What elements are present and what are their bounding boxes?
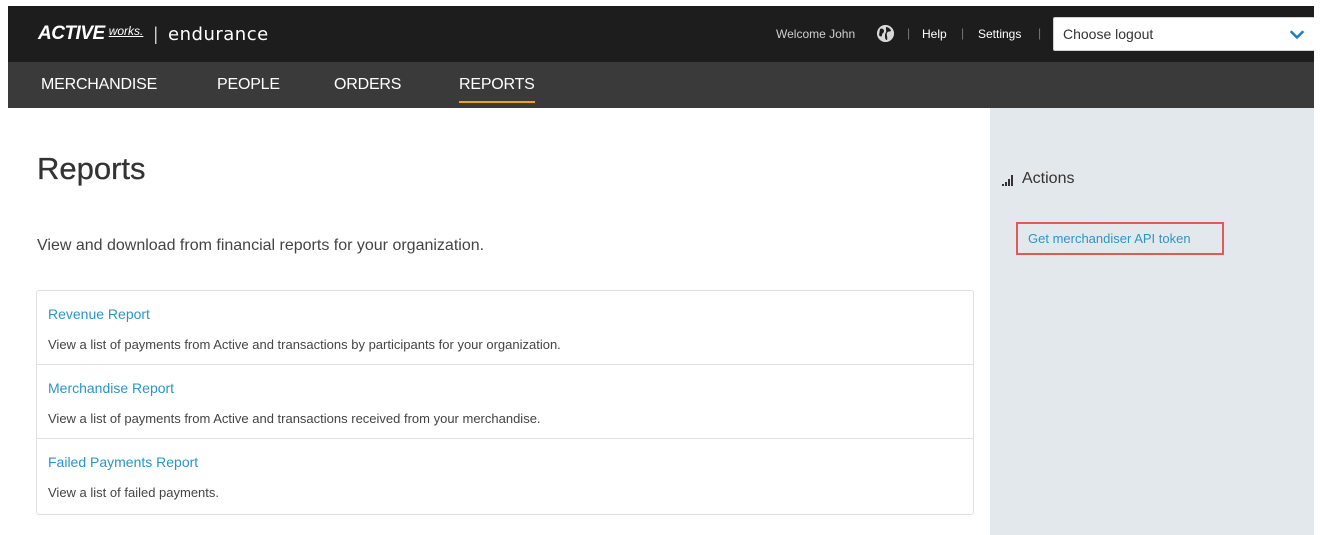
get-api-token-link[interactable]: Get merchandiser API token — [1016, 222, 1224, 255]
report-description: View a list of payments from Active and … — [48, 337, 561, 352]
settings-link[interactable]: Settings — [978, 27, 1021, 41]
top-bar: ACTIVE works. | endurance Welcome John |… — [8, 6, 1314, 62]
globe-icon[interactable] — [877, 25, 894, 42]
logo[interactable]: ACTIVE works. | endurance — [38, 21, 269, 47]
separator: | — [907, 26, 911, 40]
main-nav: MERCHANDISE PEOPLE ORDERS REPORTS — [8, 62, 1314, 108]
logout-select[interactable]: Choose logout — [1053, 17, 1314, 51]
logo-product: endurance — [168, 23, 269, 45]
nav-reports[interactable]: REPORTS — [459, 76, 535, 103]
welcome-text: Welcome John — [776, 27, 856, 41]
report-item-merchandise: Merchandise Report View a list of paymen… — [37, 365, 973, 439]
chevron-down-icon — [1290, 28, 1304, 40]
report-description: View a list of failed payments. — [48, 485, 220, 500]
separator: | — [1038, 26, 1042, 40]
help-link[interactable]: Help — [922, 27, 947, 41]
merchandise-report-link[interactable]: Merchandise Report — [48, 380, 174, 396]
logo-brand-suffix: works. — [108, 24, 144, 38]
report-list: Revenue Report View a list of payments f… — [36, 290, 974, 515]
separator: | — [961, 26, 965, 40]
report-description: View a list of payments from Active and … — [48, 411, 541, 426]
logo-separator: | — [153, 23, 159, 44]
revenue-report-link[interactable]: Revenue Report — [48, 306, 150, 322]
nav-people[interactable]: PEOPLE — [217, 76, 280, 94]
actions-heading: Actions — [1002, 170, 1074, 188]
signal-bars-icon — [1002, 174, 1013, 186]
report-item-failed-payments: Failed Payments Report View a list of fa… — [37, 439, 973, 514]
logout-select-value: Choose logout — [1063, 26, 1154, 42]
page-subtitle: View and download from financial reports… — [37, 237, 485, 254]
actions-title-text: Actions — [1022, 170, 1075, 187]
app-frame: ACTIVE works. | endurance Welcome John |… — [8, 6, 1314, 535]
actions-sidebar: Actions Get merchandiser API token — [990, 108, 1314, 535]
page-title: Reports — [37, 151, 146, 186]
nav-merchandise[interactable]: MERCHANDISE — [41, 76, 157, 94]
logo-brand: ACTIVE — [38, 23, 105, 44]
failed-payments-report-link[interactable]: Failed Payments Report — [48, 454, 198, 470]
report-item-revenue: Revenue Report View a list of payments f… — [37, 291, 973, 365]
nav-orders[interactable]: ORDERS — [334, 76, 401, 94]
